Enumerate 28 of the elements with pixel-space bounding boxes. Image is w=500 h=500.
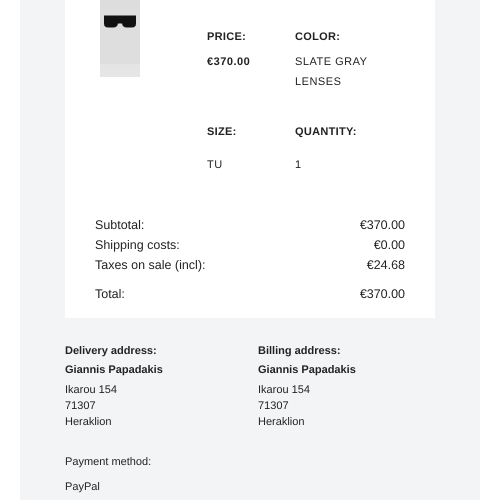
summary-label: Subtotal: xyxy=(95,217,144,234)
address-line: 71307 xyxy=(258,399,290,414)
detail-value: TU xyxy=(207,158,223,173)
detail-label: COLOR: xyxy=(295,30,340,44)
summary-value: €0.00 xyxy=(374,237,405,254)
payment-label: Payment method: xyxy=(65,455,152,470)
detail-label: PRICE: xyxy=(207,30,246,44)
address-title: Delivery address: xyxy=(65,344,158,359)
address-title: Billing address: xyxy=(258,344,342,359)
summary-label: Taxes on sale (incl): xyxy=(95,257,206,274)
total-label: Total: xyxy=(95,286,125,303)
detail-label: SIZE: xyxy=(207,125,237,139)
detail-value: €370.00 xyxy=(207,55,250,70)
address-line: 71307 xyxy=(65,399,97,414)
address-name: Giannis Papadakis xyxy=(65,363,164,378)
detail-value: SLATE GRAY LENSES xyxy=(295,55,368,90)
detail-label: QUANTITY: xyxy=(295,125,357,139)
total-value: €370.00 xyxy=(360,286,405,303)
summary-label: Shipping costs: xyxy=(95,237,180,254)
payment-value: PayPal xyxy=(65,480,101,494)
address-line: Heraklion xyxy=(258,415,306,430)
address-name: Giannis Papadakis xyxy=(258,363,357,378)
summary-value: €370.00 xyxy=(360,217,405,234)
address-line: Ikarou 154 xyxy=(65,383,118,398)
address-line: Ikarou 154 xyxy=(258,383,311,398)
address-line: Heraklion xyxy=(65,415,112,430)
detail-value: 1 xyxy=(295,158,302,173)
summary-value: €24.68 xyxy=(366,257,405,274)
